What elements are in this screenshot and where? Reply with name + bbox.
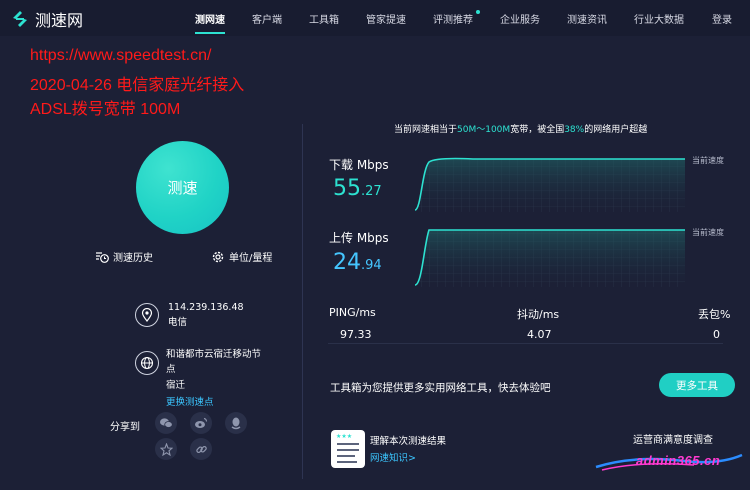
history-link[interactable]: 测速历史 (95, 249, 153, 264)
location-icon (135, 303, 159, 327)
nav-item-reviews[interactable]: 评测推荐 (433, 11, 473, 26)
ip-address: 114.239.136.48 (168, 302, 244, 313)
start-speedtest-button[interactable]: 测速 (136, 141, 229, 234)
globe-icon (135, 351, 159, 375)
new-badge-dot (476, 10, 480, 14)
active-tab-underline (195, 32, 225, 34)
weibo-share-icon[interactable] (190, 412, 212, 434)
upload-label: 上传 Mbps (329, 231, 389, 245)
overlay-url: https://www.speedtest.cn/ (30, 47, 212, 64)
nav-item-login[interactable]: 登录 (712, 11, 732, 26)
speed-summary: 当前网速相当于50M～100M宽带，被全国38%的网络用户超越 (394, 122, 647, 135)
change-server-link[interactable]: 更换测速点 (166, 394, 214, 408)
nav-item-industry-data[interactable]: 行业大数据 (634, 11, 684, 26)
history-label: 测速历史 (113, 253, 153, 264)
loss-label: 丢包% (698, 308, 731, 321)
toolbox-promo-text: 工具箱为您提供更多实用网络工具，快去体验吧 (330, 382, 551, 394)
isp-name: 电信 (168, 317, 188, 328)
nav-item-toolbox[interactable]: 工具箱 (309, 11, 339, 26)
nav-item-news[interactable]: 测速资讯 (567, 11, 607, 26)
jitter-value: 4.07 (527, 328, 552, 341)
download-value-dec: .27 (361, 184, 382, 199)
nav-item-speedup[interactable]: 管家提速 (366, 11, 406, 26)
gear-icon (212, 251, 224, 262)
history-icon (96, 251, 109, 263)
card-line (337, 443, 359, 445)
brand-name: 测速网 (35, 11, 84, 30)
brand-logo[interactable]: 测速网 (10, 7, 83, 31)
card-line (337, 455, 355, 457)
download-label: 下载 Mbps (329, 158, 389, 172)
understand-result-title: 理解本次测速结果 (370, 436, 447, 447)
rating-stars-icon: ★★★ (336, 433, 353, 440)
server-node-name-cont: 点 (166, 364, 176, 375)
nav-item-enterprise[interactable]: 企业服务 (500, 11, 540, 26)
network-knowledge-link[interactable]: 网速知识> (370, 450, 416, 464)
panel-divider (302, 124, 303, 479)
ping-label: PING/ms (329, 306, 376, 319)
link-share-icon[interactable] (190, 438, 212, 460)
qzone-share-icon[interactable] (155, 438, 177, 460)
summary-suffix: 的网络用户超越 (584, 125, 648, 135)
nav-item-client[interactable]: 客户端 (252, 11, 282, 26)
overlay-plan-line: ADSL拨号宽带 100M (30, 101, 181, 118)
overlay-date-line: 2020-04-26 电信家庭光纤接入 (30, 77, 245, 94)
summary-middle: 宽带，被全国 (510, 125, 565, 135)
units-label: 单位/量程 (229, 253, 273, 264)
download-chart (414, 157, 685, 212)
jitter-label: 抖动/ms (517, 308, 560, 321)
isp-survey-link[interactable]: 运营商满意度调查 (633, 431, 713, 446)
top-nav-bar: 测速网 测网速 客户端 工具箱 管家提速 评测推荐 企业服务 测速资讯 行业大数… (0, 0, 750, 36)
share-label: 分享到 (110, 422, 140, 433)
wechat-share-icon[interactable] (155, 412, 177, 434)
upload-chart (414, 229, 685, 287)
qq-share-icon[interactable] (225, 412, 247, 434)
summary-percent: 38% (564, 125, 585, 135)
card-line (337, 449, 359, 451)
more-tools-button[interactable]: 更多工具 (659, 373, 735, 397)
upload-current-speed-tag: 当前速度 (692, 228, 724, 237)
units-link[interactable]: 单位/量程 (211, 249, 272, 264)
watermark-text: admin365.cn (636, 453, 721, 468)
logo-icon (13, 11, 27, 27)
card-line (337, 461, 357, 463)
summary-range: 50M～100M (457, 125, 511, 135)
upload-value-dec: .94 (361, 258, 382, 273)
report-card-icon: ★★★ (331, 430, 365, 468)
summary-prefix: 当前网速相当于 (394, 125, 458, 135)
download-current-speed-tag: 当前速度 (692, 156, 724, 165)
loss-value: 0 (713, 328, 720, 341)
nav-item-speedtest[interactable]: 测网速 (195, 11, 225, 26)
upload-value: 24.94 (333, 250, 382, 275)
download-value-int: 55 (333, 176, 361, 201)
stats-divider (328, 343, 723, 344)
ping-value: 97.33 (340, 328, 372, 341)
server-node-name: 和谐都市云宿迁移动节 (166, 349, 262, 360)
upload-value-int: 24 (333, 250, 361, 275)
download-value: 55.27 (333, 176, 382, 201)
server-city: 宿迁 (166, 380, 186, 391)
